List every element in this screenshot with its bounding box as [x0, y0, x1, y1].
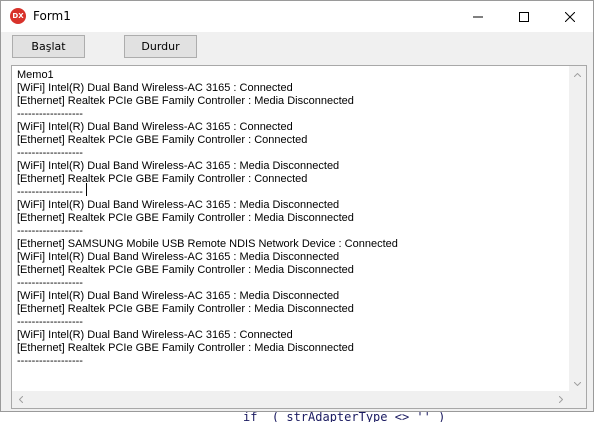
stop-button[interactable]: Durdur — [124, 35, 197, 58]
background-code-fragment: if ( strAdapterType <> '' ) — [243, 412, 446, 422]
close-icon — [565, 11, 575, 22]
memo-line: [Ethernet] Realtek PCIe GBE Family Contr… — [17, 95, 354, 107]
start-button[interactable]: Başlat — [12, 35, 85, 58]
close-button[interactable] — [547, 1, 593, 32]
memo-line: [Ethernet] SAMSUNG Mobile USB Remote NDI… — [17, 238, 398, 250]
text-caret — [86, 183, 87, 196]
scroll-down-arrow-icon — [574, 381, 581, 386]
memo-line: [WiFi] Intel(R) Dual Band Wireless-AC 31… — [17, 199, 340, 211]
memo-line: ------------------ — [17, 108, 83, 120]
horizontal-scrollbar[interactable] — [12, 391, 569, 408]
title-bar[interactable]: DX Form1 — [1, 1, 593, 32]
maximize-icon — [519, 11, 529, 22]
memo-line: ------------------ — [17, 225, 83, 237]
memo-line: [WiFi] Intel(R) Dual Band Wireless-AC 31… — [17, 329, 293, 341]
minimize-button[interactable] — [455, 1, 501, 32]
scroll-right-arrow-icon — [558, 396, 563, 403]
memo-line: [WiFi] Intel(R) Dual Band Wireless-AC 31… — [17, 290, 340, 302]
devexpress-app-icon[interactable]: DX — [10, 8, 26, 24]
background-editor-bottom: if ( strAdapterType <> '' ) — [0, 412, 600, 422]
memo-line: [Ethernet] Realtek PCIe GBE Family Contr… — [17, 342, 354, 354]
scroll-down-button[interactable] — [569, 375, 586, 392]
maximize-button[interactable] — [501, 1, 547, 32]
memo-line: ------------------ — [17, 147, 83, 159]
window-title: Form1 — [33, 9, 71, 23]
scroll-up-arrow-icon — [574, 72, 581, 77]
memo-line: [WiFi] Intel(R) Dual Band Wireless-AC 31… — [17, 121, 293, 133]
background-editor-right — [594, 0, 600, 422]
memo-line: [WiFi] Intel(R) Dual Band Wireless-AC 31… — [17, 82, 293, 94]
memo-line: [WiFi] Intel(R) Dual Band Wireless-AC 31… — [17, 160, 340, 172]
scrollbar-corner — [569, 391, 586, 408]
memo-line: [Ethernet] Realtek PCIe GBE Family Contr… — [17, 173, 308, 185]
app-icon-text: DX — [12, 12, 24, 20]
memo-line: [Ethernet] Realtek PCIe GBE Family Contr… — [17, 134, 308, 146]
scroll-left-button[interactable] — [12, 391, 29, 408]
memo-line: ------------------ — [17, 277, 83, 289]
memo-line: [Ethernet] Realtek PCIe GBE Family Contr… — [17, 212, 354, 224]
memo-textarea[interactable]: Memo1 [WiFi] Intel(R) Dual Band Wireless… — [11, 65, 587, 409]
memo-line: [WiFi] Intel(R) Dual Band Wireless-AC 31… — [17, 251, 340, 263]
memo-line: ------------------ — [17, 316, 83, 328]
scroll-right-button[interactable] — [552, 391, 569, 408]
memo-line: ------------------ — [17, 186, 83, 198]
scroll-left-arrow-icon — [18, 396, 23, 403]
memo-line: [Ethernet] Realtek PCIe GBE Family Contr… — [17, 303, 354, 315]
memo-content[interactable]: Memo1 [WiFi] Intel(R) Dual Band Wireless… — [17, 69, 567, 394]
scroll-up-button[interactable] — [569, 66, 586, 83]
memo-line: Memo1 — [17, 69, 54, 81]
memo-line: ------------------ — [17, 355, 83, 367]
vertical-scrollbar[interactable] — [569, 66, 586, 392]
memo-line: [Ethernet] Realtek PCIe GBE Family Contr… — [17, 264, 354, 276]
minimize-icon — [473, 16, 483, 17]
form-window: DX Form1 Başlat Durdur Memo1 [WiFi] Inte… — [0, 0, 594, 412]
